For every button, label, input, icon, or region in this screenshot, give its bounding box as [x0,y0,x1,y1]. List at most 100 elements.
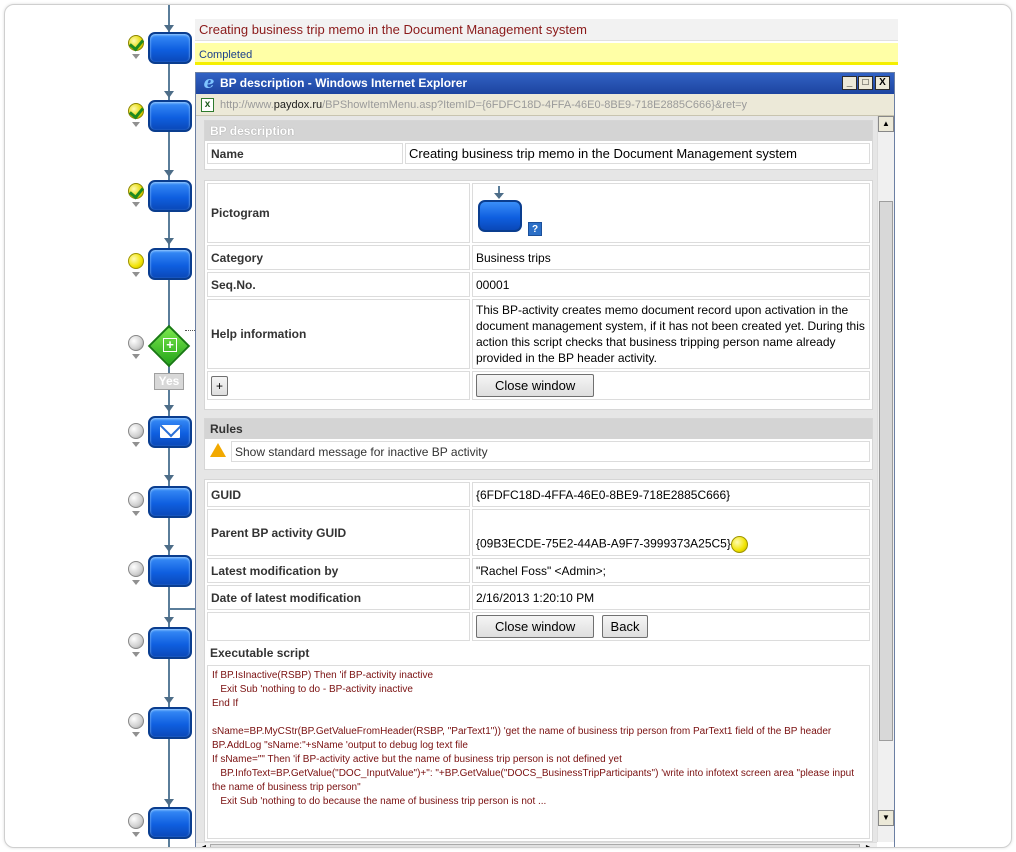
active-status-icon [730,536,748,553]
completed-status-icon[interactable] [128,103,144,119]
pictogram-label: Pictogram [207,183,470,243]
waiting-status-icon[interactable] [128,423,144,439]
bp-name-table: Name Creating business trip memo in the … [205,141,872,166]
flow-dotted-connector [185,330,195,331]
table-row: Close window Back [207,612,870,641]
parent-guid-cell: {09B3ECDE-75E2-44AB-A9F7-3999373A25C5} [472,509,870,556]
section-header-rules: Rules [205,419,872,439]
table-row: Latest modification by "Rachel Foss" <Ad… [207,558,870,583]
node-menu-caret-icon[interactable] [132,442,140,447]
minimize-button[interactable]: _ [842,76,857,90]
scroll-thumb[interactable] [879,201,893,741]
close-window-button-1[interactable]: Close window [476,374,595,397]
table-row: Name Creating business trip memo in the … [207,143,870,164]
seq-no-value: 00001 [472,272,870,297]
page-type-icon: x [201,98,214,112]
waiting-status-icon[interactable] [128,633,144,649]
help-information-label: Help information [207,299,470,369]
node-menu-caret-icon[interactable] [132,272,140,277]
scroll-down-button[interactable]: ▼ [878,810,894,826]
flow-node-10[interactable] [148,807,192,839]
waiting-status-icon[interactable] [128,561,144,577]
table-row: Executable script [207,643,870,663]
expand-button[interactable]: + [211,375,229,396]
script-label: Executable script [207,643,870,663]
completed-status-icon[interactable] [128,183,144,199]
window-titlebar[interactable]: e BP description - Windows Internet Expl… [196,73,894,94]
flow-arrow [164,545,174,552]
node-menu-caret-icon[interactable] [132,202,140,207]
waiting-status-icon[interactable] [128,813,144,829]
rules-panel: Rules Show standard message for inactive… [204,418,873,470]
flow-node-9[interactable] [148,707,192,739]
guid-label: GUID [207,482,470,507]
app-frame: + Yes Creating business trip memo in the… [4,4,1012,848]
flow-node-7[interactable] [148,555,192,587]
active-status-icon[interactable] [128,253,144,269]
node-menu-caret-icon[interactable] [132,832,140,837]
scroll-left-button[interactable]: ◀ [197,843,209,847]
pictogram-node-icon [478,200,522,232]
scroll-up-button[interactable]: ▲ [878,116,894,132]
flow-arrow [164,617,174,624]
flow-node-4[interactable] [148,248,192,280]
maximize-button[interactable]: □ [858,76,873,90]
table-row: GUID {6FDFC18D-4FFA-46E0-8BE9-718E2885C6… [207,482,870,507]
parent-guid-value: {09B3ECDE-75E2-44AB-A9F7-3999373A25C5} [476,536,731,551]
guid-value: {6FDFC18D-4FFA-46E0-8BE9-718E2885C666} [472,482,870,507]
table-row: Pictogram ? [207,183,870,243]
pictogram-cell: ? [472,183,870,243]
flow-node-2[interactable] [148,100,192,132]
help-icon[interactable]: ? [528,222,542,236]
flow-node-6[interactable] [148,486,192,518]
waiting-status-icon[interactable] [128,713,144,729]
seq-no-label: Seq.No. [207,272,470,297]
script-cell: If BP.IsInactive(RSBP) Then 'if BP-activ… [207,665,870,839]
node-menu-caret-icon[interactable] [132,732,140,737]
node-menu-caret-icon[interactable] [132,54,140,59]
scroll-right-button[interactable]: ▶ [863,843,875,847]
meta-panel: GUID {6FDFC18D-4FFA-46E0-8BE9-718E2885C6… [204,479,873,842]
empty-cell [207,612,470,641]
node-menu-caret-icon[interactable] [132,122,140,127]
address-path: /BPShowItemMenu.asp?ItemID={6FDFC18D-4FF… [322,99,748,111]
address-bar[interactable]: x http://www.paydox.ru/BPShowItemMenu.as… [196,94,894,116]
table-row: + Close window [207,371,870,400]
meta-table: GUID {6FDFC18D-4FFA-46E0-8BE9-718E2885C6… [205,480,872,841]
waiting-status-icon[interactable] [128,335,144,351]
expand-plus-icon[interactable]: + [163,338,177,352]
flow-node-3[interactable] [148,180,192,212]
vertical-scrollbar[interactable]: ▲ ▼ [877,116,894,842]
envelope-icon [160,425,180,438]
back-button[interactable]: Back [601,615,649,638]
details-table: Pictogram ? Category Business trips Seq.… [205,181,872,402]
parent-guid-label: Parent BP activity GUID [207,509,470,556]
waiting-status-icon[interactable] [128,492,144,508]
flow-arrow [164,91,174,98]
table-row: Date of latest modification 2/16/2013 1:… [207,585,870,610]
close-window-button-2[interactable]: Close window [476,615,595,638]
node-menu-caret-icon[interactable] [132,511,140,516]
node-menu-caret-icon[interactable] [132,652,140,657]
horizontal-scroll-thumb[interactable] [210,844,860,847]
ie-logo-icon: e [203,73,215,93]
table-row: Category Business trips [207,245,870,270]
name-value: Creating business trip memo in the Docum… [405,143,870,164]
flow-arrow [164,405,174,412]
completed-status-icon[interactable] [128,35,144,51]
window-title: BP description - Windows Internet Explor… [220,76,468,90]
horizontal-scrollbar[interactable]: ◀ ▶ [196,842,877,847]
workflow-diagram: + Yes [5,5,200,847]
flow-node-8[interactable] [148,627,192,659]
page-content: BP description Name Creating business tr… [196,116,877,842]
flow-node-1[interactable] [148,32,192,64]
node-menu-caret-icon[interactable] [132,354,140,359]
task-title: Creating business trip memo in the Docum… [195,19,898,41]
close-window-button[interactable]: X [875,76,890,90]
flow-arrow [164,170,174,177]
task-status: Completed [195,43,898,65]
node-menu-caret-icon[interactable] [132,580,140,585]
name-label: Name [207,143,403,164]
rule-item[interactable]: Show standard message for inactive BP ac… [231,441,870,462]
flow-arrow [164,25,174,32]
